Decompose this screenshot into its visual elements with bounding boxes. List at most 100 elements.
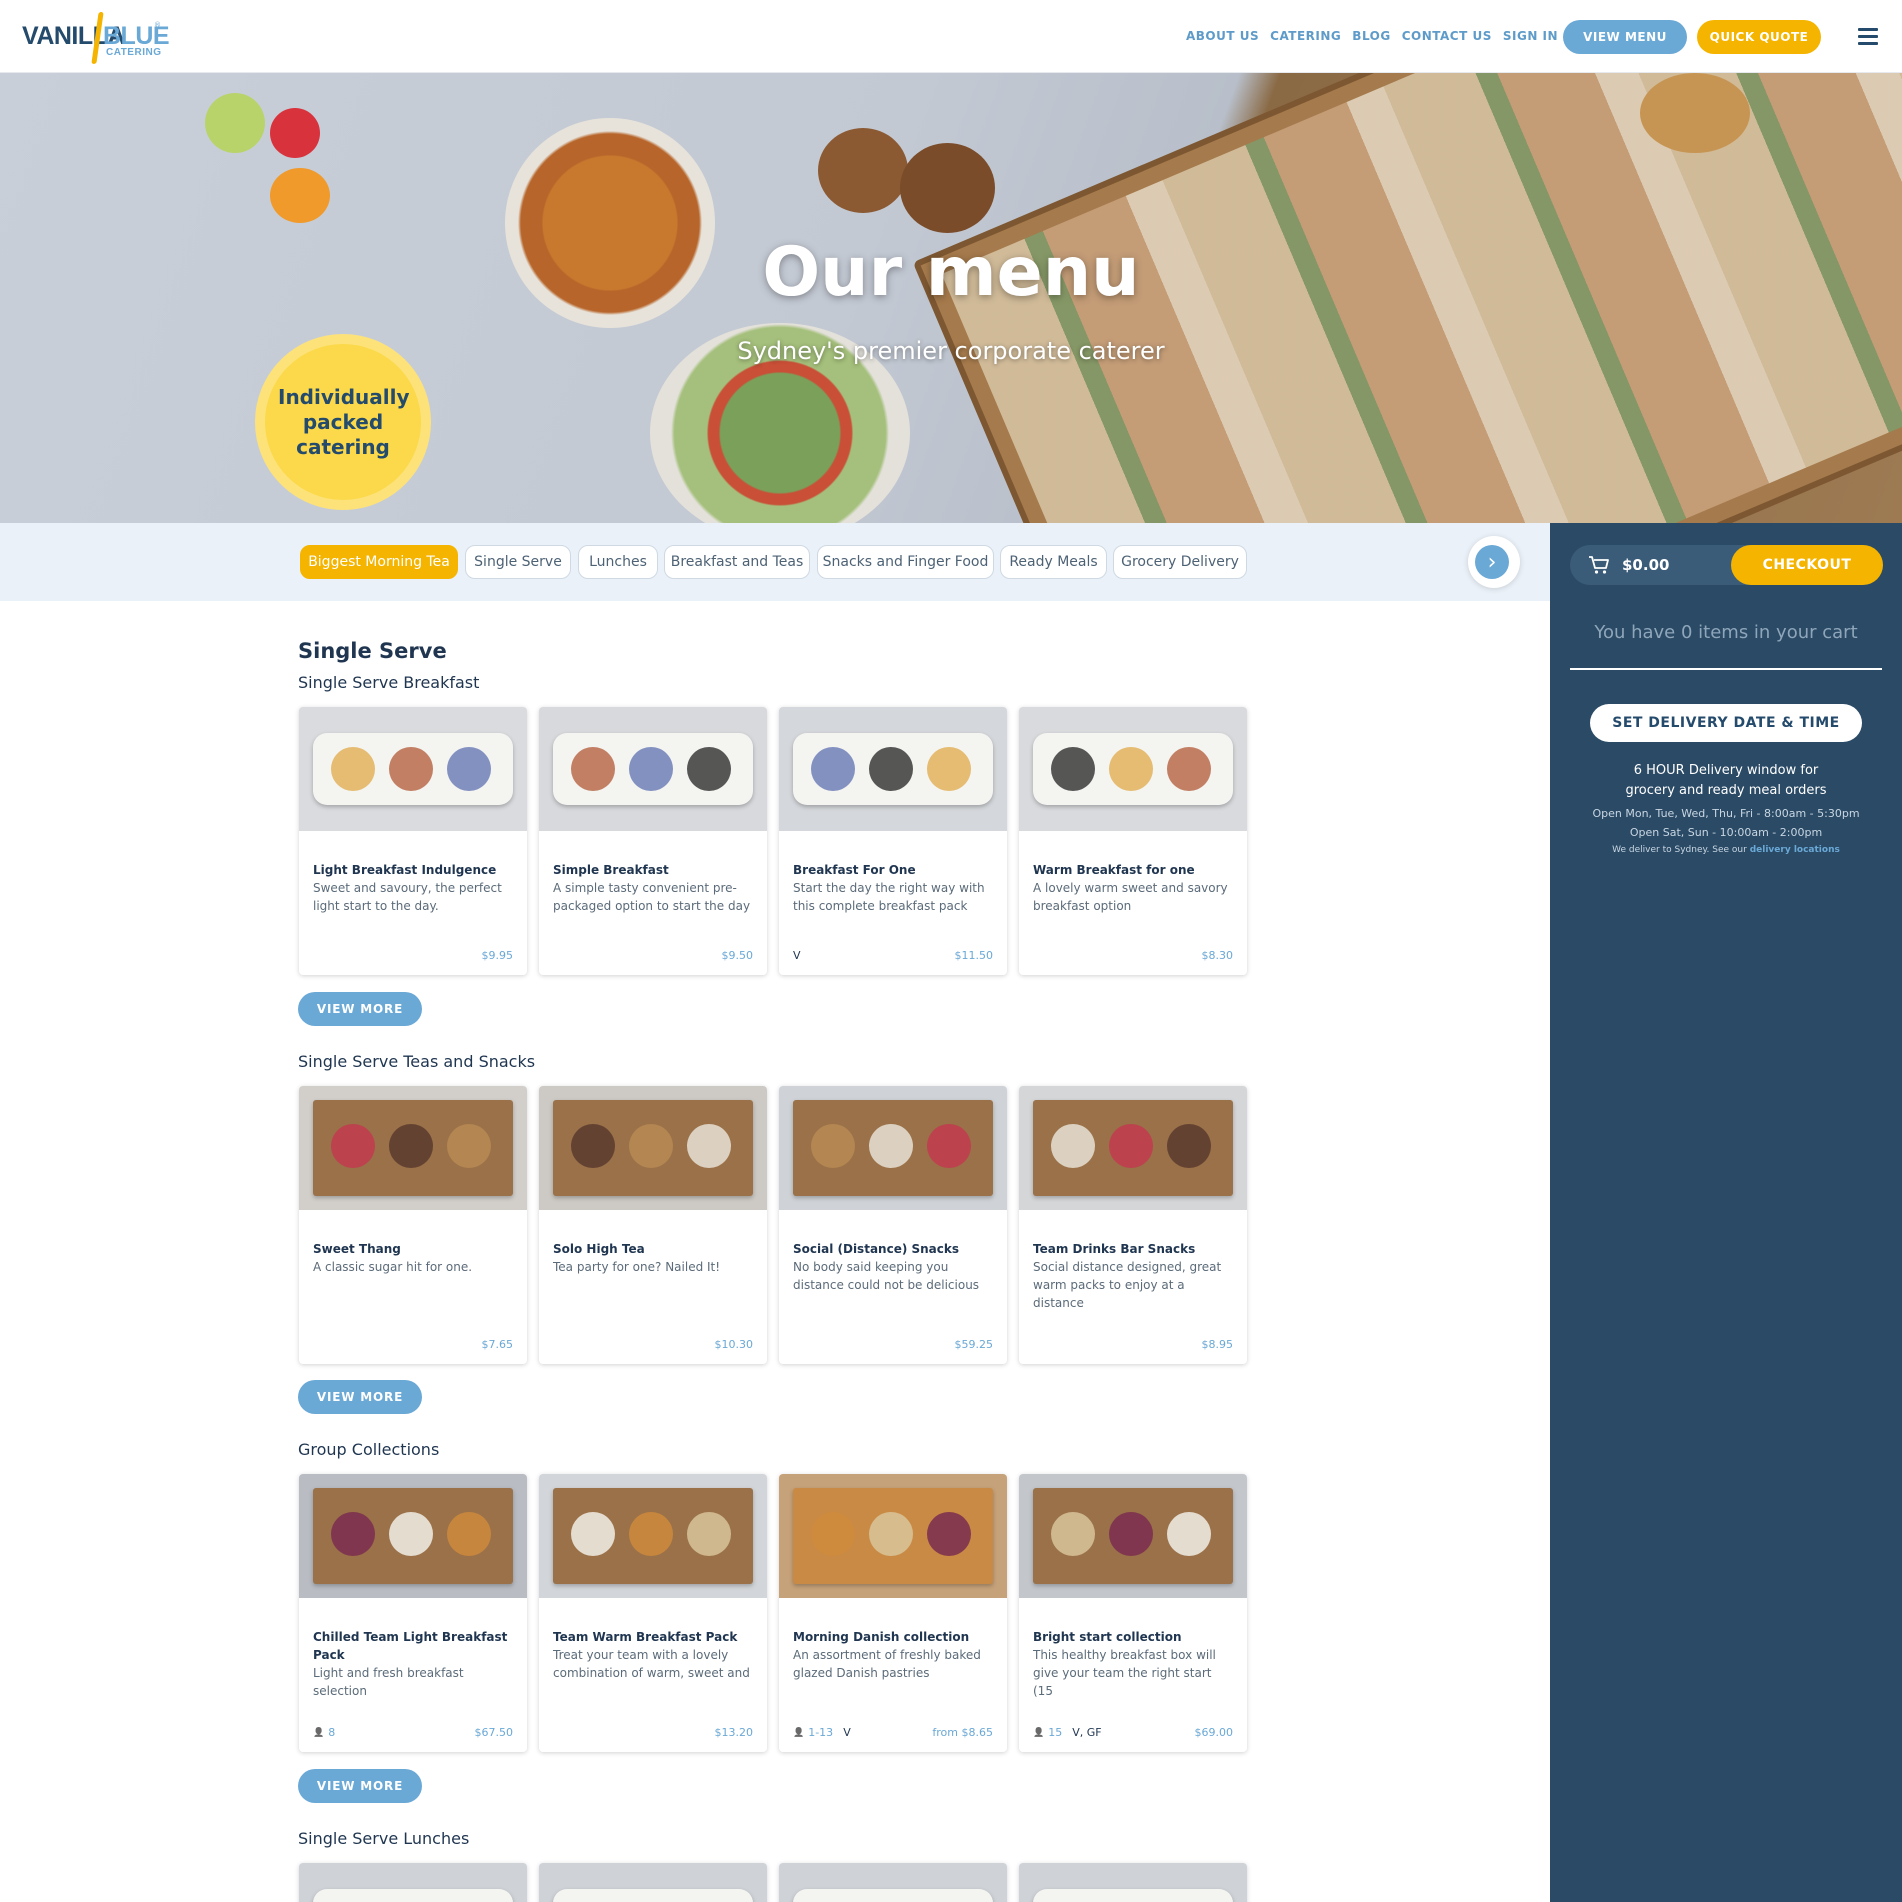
quick-quote-button[interactable]: QUICK QUOTE <box>1697 20 1821 54</box>
category-chip-grocery-delivery[interactable]: Grocery Delivery <box>1113 545 1247 579</box>
category-chip-biggest-morning-tea[interactable]: Biggest Morning Tea <box>300 545 458 579</box>
delivery-note-text: We deliver to Sydney. See our <box>1612 845 1747 855</box>
set-delivery-date-button[interactable]: SET DELIVERY DATE & TIME <box>1590 704 1862 742</box>
product-image[interactable] <box>539 1863 767 1902</box>
product-card-team-drinks-bar-snacks[interactable]: Team Drinks Bar Snacks Social distance de… <box>1019 1086 1247 1364</box>
product-name[interactable]: Team Warm Breakfast Pack <box>553 1628 753 1646</box>
product-card-solo-high-tea[interactable]: Solo High Tea Tea party for one? Nailed I… <box>539 1086 767 1364</box>
food-item-image <box>869 1124 913 1168</box>
view-more-breakfast-button[interactable]: VIEW MORE <box>298 992 422 1026</box>
product-image[interactable] <box>779 1474 1007 1598</box>
view-menu-button[interactable]: VIEW MENU <box>1563 20 1687 54</box>
product-price: $9.50 <box>721 949 754 962</box>
site-header: VANILLA BLUE ® CATERING ABOUT US CATERIN… <box>0 0 1902 73</box>
food-item-image <box>1109 1124 1153 1168</box>
category-chip-single-serve[interactable]: Single Serve <box>465 545 571 579</box>
product-name[interactable]: Solo High Tea <box>553 1240 753 1258</box>
fruit-skewer-image-2 <box>270 108 320 158</box>
product-name[interactable]: Warm Breakfast for one <box>1033 861 1233 879</box>
product-image[interactable] <box>1019 1863 1247 1902</box>
product-name[interactable]: Team Drinks Bar Snacks <box>1033 1240 1233 1258</box>
muffin-image <box>818 128 908 213</box>
product-image[interactable] <box>299 1474 527 1598</box>
product-image[interactable] <box>779 707 1007 831</box>
product-price: $59.25 <box>954 1338 994 1351</box>
product-card-breakfast-for-one[interactable]: Breakfast For One Start the day the right… <box>779 707 1007 975</box>
product-image[interactable] <box>1019 707 1247 831</box>
top-nav: ABOUT US CATERING BLOG CONTACT US SIGN I… <box>1186 29 1558 43</box>
pastry-image <box>1640 73 1750 153</box>
product-card-sweet-thang[interactable]: Sweet Thang A classic sugar hit for one. $… <box>299 1086 527 1364</box>
logo-registered-mark: ® <box>154 21 161 29</box>
category-chip-lunches[interactable]: Lunches <box>578 545 658 579</box>
nav-blog[interactable]: BLOG <box>1352 29 1390 43</box>
product-meta: 👤 8 <box>313 1726 335 1739</box>
food-item-image <box>331 1124 375 1168</box>
muffin-image-2 <box>900 143 995 233</box>
product-card-social-distance-snacks[interactable]: Social (Distance) Snacks No body said kee… <box>779 1086 1007 1364</box>
cart-sidebar: $0.00 CHECKOUT You have 0 items in your … <box>1550 523 1902 1902</box>
food-item-image <box>629 747 673 791</box>
product-description: Social distance designed, great warm pac… <box>1033 1260 1222 1310</box>
category-chip-snacks-and-finger-food[interactable]: Snacks and Finger Food <box>817 545 994 579</box>
food-item-image <box>811 1512 855 1556</box>
product-card[interactable] <box>539 1863 767 1902</box>
product-meta: 👤 15 V, GF <box>1033 1726 1102 1739</box>
product-image[interactable] <box>1019 1474 1247 1598</box>
food-container-image <box>553 1889 753 1902</box>
product-image[interactable] <box>539 1474 767 1598</box>
fruit-skewer-image <box>205 93 265 153</box>
product-image[interactable] <box>1019 1086 1247 1210</box>
view-more-teas-snacks-button[interactable]: VIEW MORE <box>298 1380 422 1414</box>
checkout-button[interactable]: CHECKOUT <box>1731 545 1883 585</box>
food-item-image <box>629 1124 673 1168</box>
food-item-image <box>389 1124 433 1168</box>
product-price: $9.95 <box>481 949 514 962</box>
serves-people-icon: 👤 <box>313 1727 325 1738</box>
product-description: Treat your team with a lovely combinatio… <box>553 1648 750 1680</box>
product-image[interactable] <box>779 1863 1007 1902</box>
product-card-team-warm-breakfast-pack[interactable]: Team Warm Breakfast Pack Treat your team … <box>539 1474 767 1752</box>
product-image[interactable] <box>299 707 527 831</box>
food-item-image <box>1109 747 1153 791</box>
product-card-warm-breakfast-for-one[interactable]: Warm Breakfast for one A lovely warm swee… <box>1019 707 1247 975</box>
product-card-light-breakfast-indulgence[interactable]: Light Breakfast Indulgence Sweet and savo… <box>299 707 527 975</box>
product-name[interactable]: Morning Danish collection <box>793 1628 993 1646</box>
delivery-locations-link[interactable]: delivery locations <box>1750 845 1840 855</box>
product-name[interactable]: Simple Breakfast <box>553 861 753 879</box>
product-name[interactable]: Sweet Thang <box>313 1240 513 1258</box>
product-name[interactable]: Bright start collection <box>1033 1628 1233 1646</box>
serves-count: 1-13 <box>808 1726 834 1739</box>
category-next-button[interactable]: › <box>1468 536 1520 588</box>
product-card[interactable] <box>299 1863 527 1902</box>
nav-about-us[interactable]: ABOUT US <box>1186 29 1259 43</box>
product-card[interactable] <box>779 1863 1007 1902</box>
food-item-image <box>571 1512 615 1556</box>
vanilla-blue-logo[interactable]: VANILLA BLUE ® CATERING <box>22 8 170 64</box>
nav-catering[interactable]: CATERING <box>1270 29 1341 43</box>
product-image[interactable] <box>539 707 767 831</box>
food-container-image <box>1033 1889 1233 1902</box>
product-card-bright-start-collection[interactable]: Bright start collection This healthy brea… <box>1019 1474 1247 1752</box>
product-image[interactable] <box>299 1863 527 1902</box>
nav-sign-in[interactable]: SIGN IN <box>1503 29 1558 43</box>
nav-contact-us[interactable]: CONTACT US <box>1402 29 1492 43</box>
product-name[interactable]: Light Breakfast Indulgence <box>313 861 513 879</box>
product-description: Sweet and savoury, the perfect light sta… <box>313 881 502 913</box>
product-name[interactable]: Chilled Team Light Breakfast Pack <box>313 1628 513 1664</box>
category-chip-ready-meals[interactable]: Ready Meals <box>1000 545 1107 579</box>
product-image[interactable] <box>539 1086 767 1210</box>
product-price: $7.65 <box>481 1338 514 1351</box>
product-image[interactable] <box>299 1086 527 1210</box>
product-card-morning-danish-collection[interactable]: Morning Danish collection An assortment o… <box>779 1474 1007 1752</box>
category-chip-breakfast-and-teas[interactable]: Breakfast and Teas <box>664 545 810 579</box>
hamburger-menu-icon[interactable] <box>1858 28 1878 45</box>
product-image[interactable] <box>779 1086 1007 1210</box>
product-name[interactable]: Breakfast For One <box>793 861 993 879</box>
product-card[interactable] <box>1019 1863 1247 1902</box>
view-more-group-collections-button[interactable]: VIEW MORE <box>298 1769 422 1803</box>
product-card-chilled-team-light-breakfast-pack[interactable]: Chilled Team Light Breakfast Pack Light a… <box>299 1474 527 1752</box>
product-card-simple-breakfast[interactable]: Simple Breakfast A simple tasty convenien… <box>539 707 767 975</box>
product-name[interactable]: Social (Distance) Snacks <box>793 1240 993 1258</box>
food-item-image <box>811 1124 855 1168</box>
